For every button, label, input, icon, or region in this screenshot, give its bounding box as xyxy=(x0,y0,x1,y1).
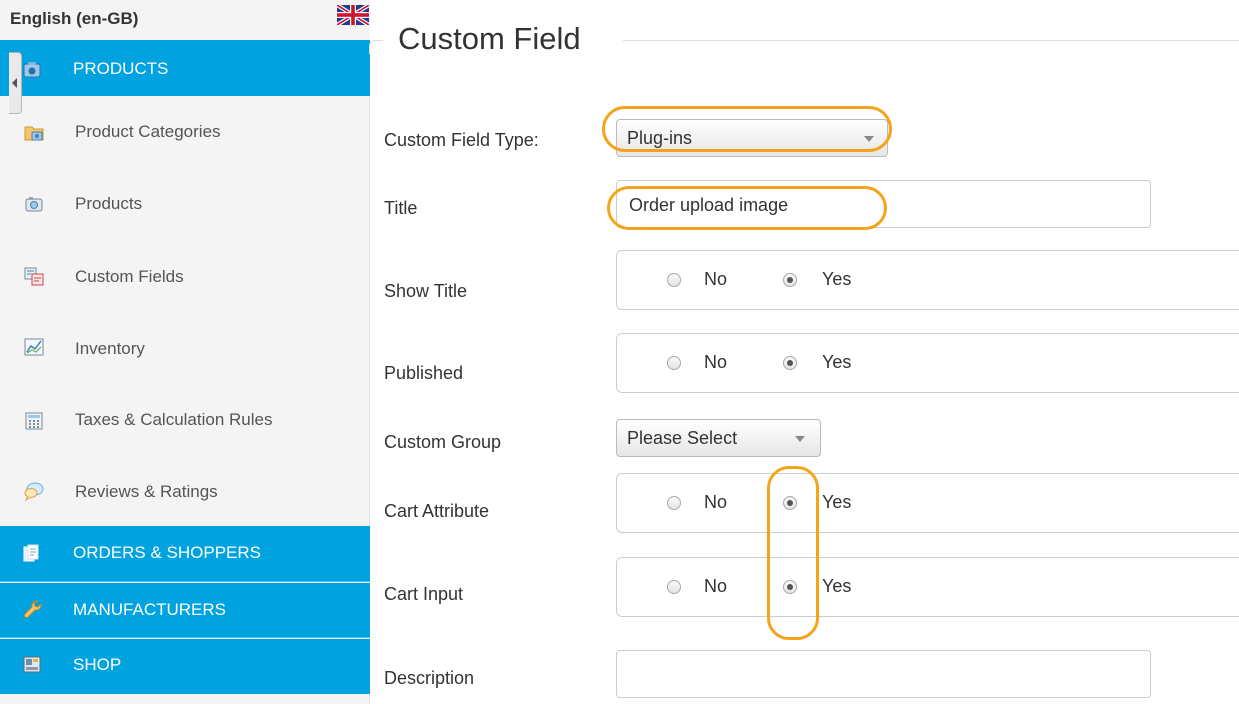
custom-field-type-value: Plug-ins xyxy=(627,128,693,148)
section-orders-shoppers[interactable]: ORDERS & SHOPPERS xyxy=(0,526,370,582)
published-no-label[interactable]: No xyxy=(704,352,727,373)
custom-group-select[interactable]: Please Select xyxy=(616,419,821,457)
description-label: Description xyxy=(384,668,475,688)
cart-input-no-radio[interactable] xyxy=(667,580,681,594)
show-title-radio-group: No Yes xyxy=(616,250,1239,310)
custom-group-label: Custom Group xyxy=(384,432,502,452)
custom-field-type-select[interactable]: Plug-ins xyxy=(616,119,888,157)
folder-camera-icon xyxy=(24,126,44,141)
sidebar-item-label: Taxes & Calculation Rules xyxy=(75,410,273,429)
camera-icon xyxy=(25,197,43,212)
cart-attribute-no-radio[interactable] xyxy=(667,496,681,510)
section-manufacturers-label: MANUFACTURERS xyxy=(73,600,227,619)
published-yes-radio[interactable] xyxy=(783,356,797,370)
cart-attribute-radio-group: No Yes xyxy=(616,473,1239,533)
sidebar-item-label: Custom Fields xyxy=(75,267,184,286)
chevron-left-icon xyxy=(12,78,17,88)
custom-field-type-label: Custom Field Type: xyxy=(384,130,539,150)
show-title-label: Show Title xyxy=(384,281,468,301)
section-products[interactable]: PRODUCTS xyxy=(0,40,370,96)
published-no-radio[interactable] xyxy=(667,356,681,370)
show-title-yes-label[interactable]: Yes xyxy=(822,269,851,290)
description-input[interactable] xyxy=(616,650,1151,698)
section-manufacturers[interactable]: MANUFACTURERS xyxy=(0,583,370,638)
orders-icon xyxy=(23,544,39,562)
section-shop-label: SHOP xyxy=(73,655,122,674)
published-yes-label[interactable]: Yes xyxy=(822,352,851,373)
section-orders-label: ORDERS & SHOPPERS xyxy=(73,543,261,562)
cart-attribute-yes-label[interactable]: Yes xyxy=(822,492,851,513)
title-label: Title xyxy=(384,198,418,218)
custom-fields-icon xyxy=(24,267,44,286)
chevron-down-icon xyxy=(864,136,874,142)
sidebar-item-reviews[interactable]: Reviews & Ratings xyxy=(0,456,370,528)
published-radio-group: No Yes xyxy=(616,333,1239,393)
fieldset-border-line xyxy=(623,40,1239,41)
cart-input-no-label[interactable]: No xyxy=(704,576,727,597)
sidebar-item-label: Reviews & Ratings xyxy=(75,482,218,501)
show-title-no-label[interactable]: No xyxy=(704,269,727,290)
wrench-icon xyxy=(23,600,42,619)
title-input-value: Order upload image xyxy=(629,195,789,215)
sidebar-item-products[interactable]: Products xyxy=(0,168,370,240)
sidebar-item-inventory[interactable]: Inventory xyxy=(0,312,370,384)
cart-input-radio-group: No Yes xyxy=(616,557,1239,617)
section-shop[interactable]: SHOP xyxy=(0,639,370,694)
products-section-icon xyxy=(23,62,41,78)
language-label: English (en-GB) xyxy=(10,9,139,28)
custom-group-value: Please Select xyxy=(627,428,738,448)
sidebar-item-label: Inventory xyxy=(75,339,145,358)
show-title-no-radio[interactable] xyxy=(667,273,681,287)
calculator-icon xyxy=(25,412,43,430)
cart-input-yes-radio[interactable] xyxy=(783,580,797,594)
sidebar-item-taxes[interactable]: Taxes & Calculation Rules xyxy=(0,384,370,456)
show-title-yes-radio[interactable] xyxy=(783,273,797,287)
speech-bubble-icon xyxy=(24,482,44,501)
chevron-down-icon xyxy=(795,436,805,442)
cart-attribute-label: Cart Attribute xyxy=(384,501,490,521)
cart-input-label: Cart Input xyxy=(384,584,464,604)
published-label: Published xyxy=(384,363,464,383)
sidebar: English (en-GB) PRODUCTS Product Categor… xyxy=(0,0,370,704)
cart-attribute-yes-radio[interactable] xyxy=(783,496,797,510)
shop-icon xyxy=(23,656,41,673)
title-input[interactable]: Order upload image xyxy=(616,180,1151,228)
sidebar-item-label: Products xyxy=(75,194,143,213)
page-title: Custom Field xyxy=(398,21,589,57)
cart-attribute-no-label[interactable]: No xyxy=(704,492,727,513)
sidebar-item-custom-fields[interactable]: Custom Fields xyxy=(0,240,370,312)
chart-icon xyxy=(24,338,44,356)
language-bar: English (en-GB) xyxy=(0,0,370,40)
cart-input-yes-label[interactable]: Yes xyxy=(822,576,851,597)
section-products-label: PRODUCTS xyxy=(73,59,169,78)
sidebar-item-label: Product Categories xyxy=(75,122,221,141)
fieldset-border xyxy=(369,40,383,54)
uk-flag-icon[interactable] xyxy=(337,5,369,25)
sidebar-item-product-categories[interactable]: Product Categories xyxy=(0,96,370,168)
